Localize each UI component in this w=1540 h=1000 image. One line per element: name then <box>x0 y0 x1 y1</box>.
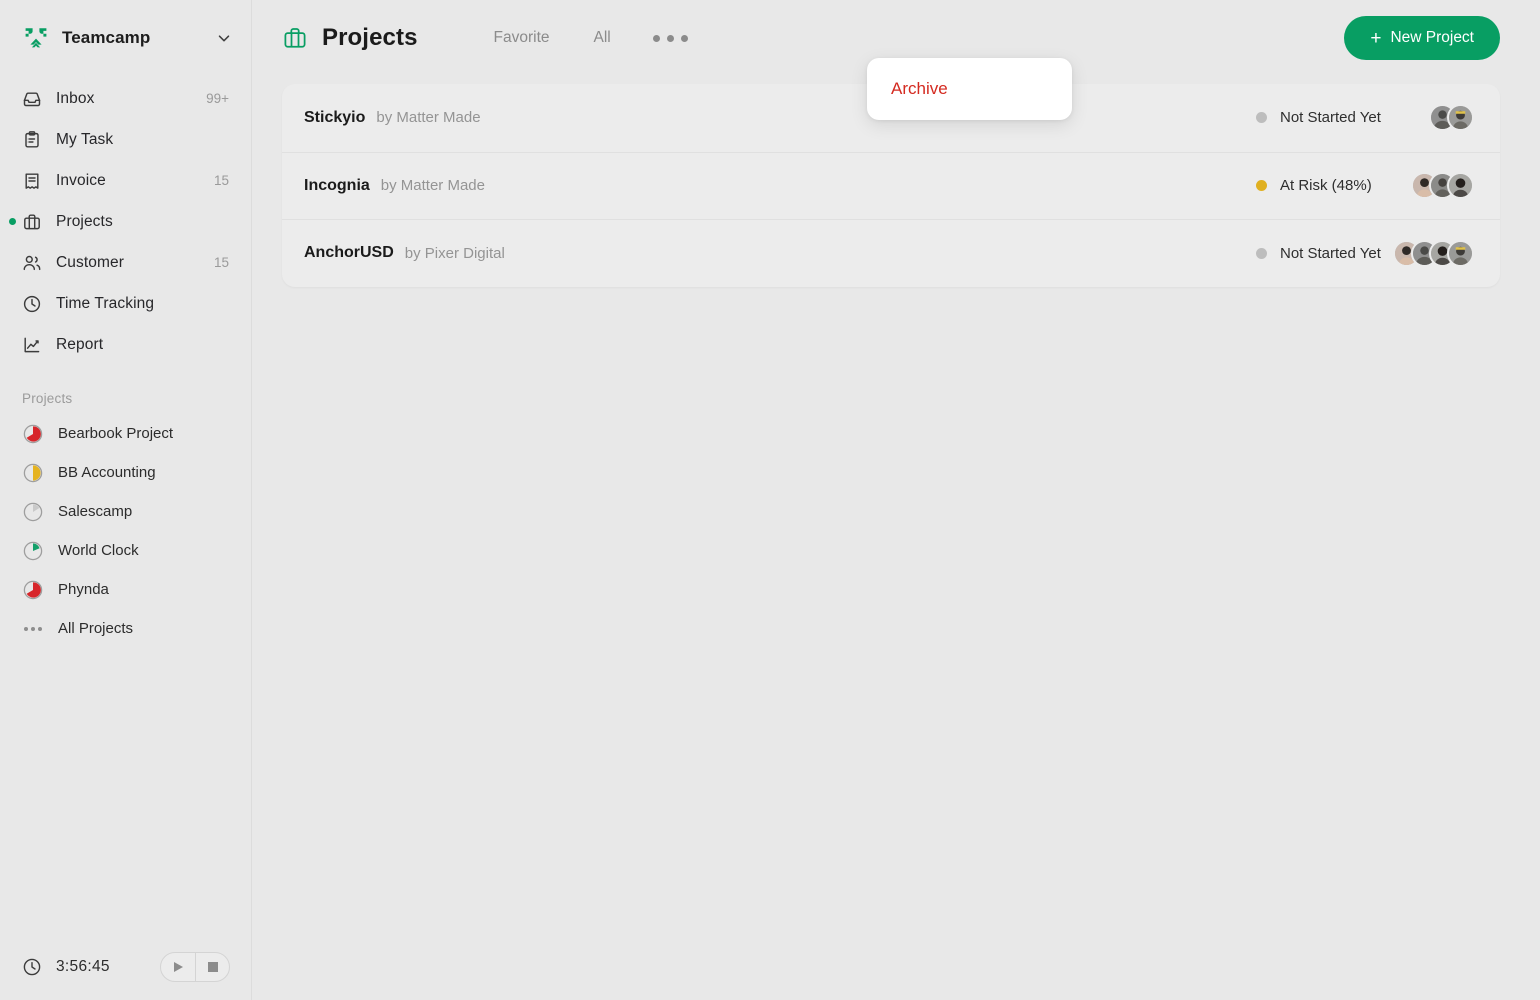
sidebar-item-badge: 99+ <box>206 91 229 106</box>
pie-progress-icon <box>22 540 44 562</box>
teamcamp-logo <box>22 24 50 52</box>
sidebar-project-label: Salescamp <box>58 503 133 520</box>
new-project-label: New Project <box>1390 29 1474 46</box>
table-row[interactable]: Incognia by Matter Made At Risk (48%) <box>282 151 1500 220</box>
pie-progress-icon <box>22 501 44 523</box>
project-client: by Matter Made <box>376 109 481 127</box>
sidebar-project-world-clock[interactable]: World Clock <box>0 531 251 570</box>
status-badge: Not Started Yet <box>1256 109 1381 126</box>
clock-icon <box>22 294 42 314</box>
ellipsis-icon <box>22 618 44 640</box>
sidebar-item-label: Invoice <box>56 171 106 189</box>
sidebar-item-label: Customer <box>56 253 124 271</box>
avatar <box>1447 104 1474 132</box>
sidebar-item-badge: 15 <box>213 255 229 270</box>
sidebar-item-invoice[interactable]: Invoice 15 <box>0 160 251 201</box>
project-client: by Matter Made <box>380 177 485 195</box>
new-project-button[interactable]: + New Project <box>1344 16 1500 60</box>
status-badge: Not Started Yet <box>1256 245 1381 262</box>
sidebar-item-report[interactable]: Report <box>0 324 251 365</box>
sidebar-item-label: Projects <box>56 212 113 230</box>
active-indicator-dot <box>9 218 16 225</box>
page-title: Projects <box>322 24 418 51</box>
people-icon <box>22 253 42 273</box>
status-dot <box>1256 180 1267 192</box>
play-icon[interactable] <box>161 953 195 981</box>
more-options-popup: Archive <box>867 58 1072 120</box>
sidebar-nav: Inbox 99+ My Task Invoice 15 Projects Cu… <box>0 76 251 365</box>
avatar <box>1447 239 1474 267</box>
sidebar-project-bb-accounting[interactable]: BB Accounting <box>0 453 251 492</box>
sidebar-all-projects-label: All Projects <box>58 620 134 637</box>
menu-item-archive[interactable]: Archive <box>891 79 948 99</box>
clock-icon <box>22 957 42 977</box>
status-badge: At Risk (48%) <box>1256 177 1372 194</box>
sidebar-project-label: Phynda <box>58 581 109 598</box>
time-tracker-widget: 3:56:45 <box>0 934 252 1000</box>
clipboard-icon <box>22 130 42 150</box>
sidebar-item-my-task[interactable]: My Task <box>0 119 251 160</box>
sidebar-item-label: My Task <box>56 130 114 148</box>
pie-progress-icon <box>22 462 44 484</box>
sidebar-project-salescamp[interactable]: Salescamp <box>0 492 251 531</box>
timer-value: 3:56:45 <box>56 958 110 975</box>
view-tabs: Favorite All <box>472 23 708 53</box>
timer-controls <box>160 952 230 982</box>
member-avatars[interactable] <box>1411 172 1474 200</box>
tab-favorite[interactable]: Favorite <box>472 23 572 53</box>
status-label: At Risk (48%) <box>1280 177 1372 195</box>
sidebar-item-inbox[interactable]: Inbox 99+ <box>0 78 251 119</box>
status-label: Not Started Yet <box>1280 244 1381 262</box>
member-avatars[interactable] <box>1393 239 1474 267</box>
sidebar-project-bearbook-project[interactable]: Bearbook Project <box>0 414 251 453</box>
project-client: by Pixer Digital <box>404 244 505 262</box>
tab-all[interactable]: All <box>572 23 633 53</box>
sidebar-projects-list: Bearbook Project BB Accounting Salescamp… <box>0 414 251 648</box>
stop-icon[interactable] <box>195 953 229 981</box>
sidebar-item-projects[interactable]: Projects <box>0 201 251 242</box>
project-name: Stickyio <box>304 108 366 126</box>
main-content: Projects Favorite All + New Project Stic… <box>252 0 1540 1000</box>
project-name: Incognia <box>304 176 370 194</box>
workspace-switcher[interactable]: Teamcamp <box>0 0 251 76</box>
plus-icon: + <box>1370 27 1382 49</box>
sidebar-item-label: Report <box>56 335 104 353</box>
status-label: Not Started Yet <box>1280 109 1381 127</box>
invoice-icon <box>22 171 42 191</box>
sidebar-item-customer[interactable]: Customer 15 <box>0 242 251 283</box>
tabs-more-button[interactable] <box>633 29 708 48</box>
table-row[interactable]: AnchorUSD by Pixer Digital Not Started Y… <box>282 219 1500 287</box>
project-name: AnchorUSD <box>304 244 394 262</box>
status-dot <box>1256 112 1267 124</box>
pie-progress-icon <box>22 423 44 445</box>
sidebar-item-label: Inbox <box>56 89 95 107</box>
briefcase-icon <box>282 25 308 51</box>
avatar <box>1447 172 1474 200</box>
briefcase-icon <box>22 212 42 232</box>
sidebar-all-projects[interactable]: All Projects <box>0 609 251 648</box>
pie-progress-icon <box>22 579 44 601</box>
status-dot <box>1256 247 1267 259</box>
sidebar-item-label: Time Tracking <box>56 294 155 312</box>
app-root: Teamcamp Inbox 99+ My Task Invoice 15 Pr… <box>0 0 1540 1000</box>
sidebar-project-label: BB Accounting <box>58 464 156 481</box>
sidebar-project-label: Bearbook Project <box>58 425 174 442</box>
sidebar: Teamcamp Inbox 99+ My Task Invoice 15 Pr… <box>0 0 252 1000</box>
sidebar-project-phynda[interactable]: Phynda <box>0 570 251 609</box>
workspace-name: Teamcamp <box>62 28 151 47</box>
sidebar-item-badge: 15 <box>213 173 229 188</box>
member-avatars[interactable] <box>1429 104 1474 132</box>
sidebar-item-time-tracking[interactable]: Time Tracking <box>0 283 251 324</box>
chart-line-icon <box>22 335 42 355</box>
chevron-down-icon[interactable] <box>215 29 233 47</box>
inbox-icon <box>22 89 42 109</box>
sidebar-project-label: World Clock <box>58 542 139 559</box>
sidebar-section-projects-title: Projects <box>22 391 73 406</box>
